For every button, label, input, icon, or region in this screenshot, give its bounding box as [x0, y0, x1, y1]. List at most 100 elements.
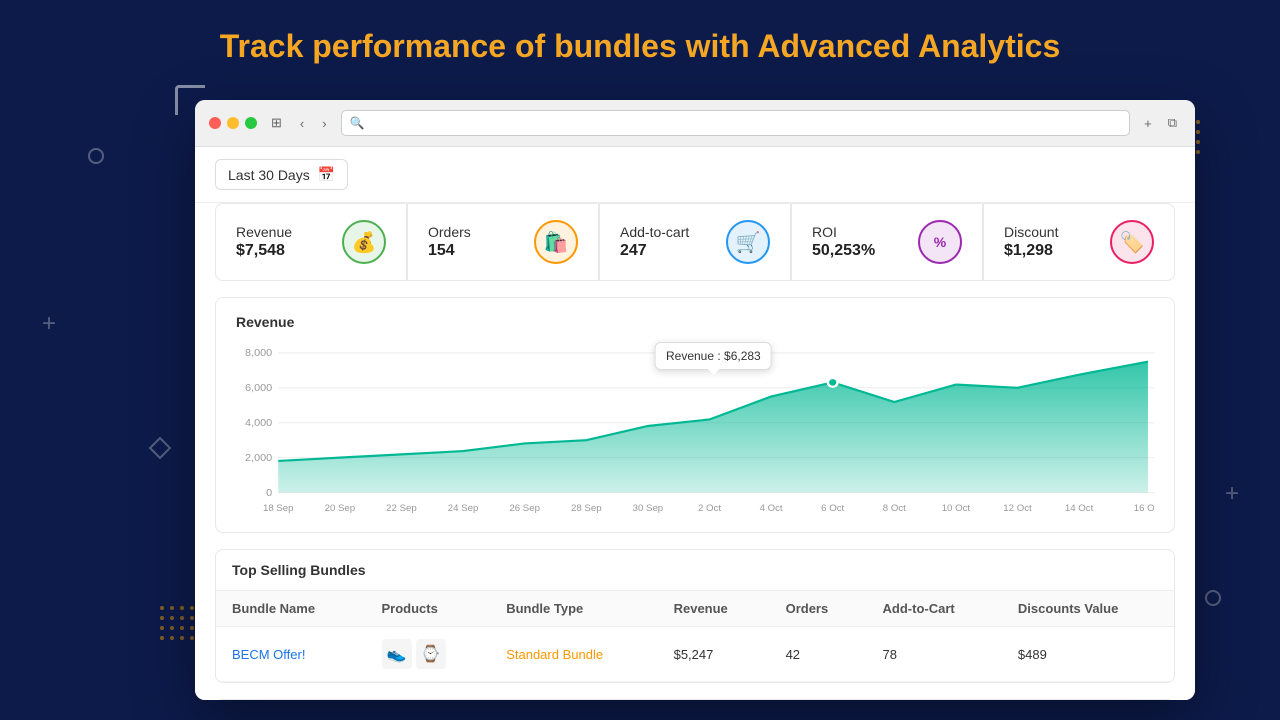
- revenue-chart: 8,000 6,000 4,000 2,000 0: [236, 342, 1154, 522]
- top-bundles-title: Top Selling Bundles: [216, 550, 1174, 591]
- col-revenue: Revenue: [658, 591, 770, 627]
- stat-label-revenue: Revenue: [236, 224, 292, 240]
- chart-tooltip-dot: [828, 378, 838, 387]
- back-btn[interactable]: ‹: [296, 114, 308, 133]
- traffic-light-red[interactable]: [209, 117, 221, 129]
- stat-info-orders: Orders 154: [428, 224, 471, 260]
- deco-plus-2: +: [1225, 480, 1239, 508]
- top-bundles-section: Top Selling Bundles Bundle Name Products…: [215, 549, 1175, 683]
- stat-card-orders: Orders 154 🛍️: [407, 203, 599, 281]
- stat-label-addtocart: Add-to-cart: [620, 224, 689, 240]
- svg-text:16 Oct: 16 Oct: [1134, 504, 1154, 513]
- browser-window: ⊞ ‹ › 🔍 + ⧉ Last 30 Days 📅 Revenue $7,54…: [195, 100, 1195, 700]
- col-add-to-cart: Add-to-Cart: [867, 591, 1002, 627]
- products-cell: 👟 ⌚: [366, 627, 491, 682]
- col-discounts-value: Discounts Value: [1002, 591, 1174, 627]
- browser-content: Last 30 Days 📅 Revenue $7,548 💰 Orders 1…: [195, 147, 1195, 700]
- stat-value-revenue: $7,548: [236, 242, 292, 260]
- svg-text:4 Oct: 4 Oct: [760, 504, 784, 513]
- orders-cell: 42: [770, 627, 867, 682]
- svg-text:24 Sep: 24 Sep: [448, 504, 479, 513]
- stats-row: Revenue $7,548 💰 Orders 154 🛍️ Add-to-ca…: [195, 203, 1195, 297]
- date-range-label: Last 30 Days: [228, 167, 310, 183]
- forward-btn[interactable]: ›: [318, 114, 330, 133]
- stat-icon-addtocart: 🛒: [726, 220, 770, 264]
- date-picker[interactable]: Last 30 Days 📅: [215, 159, 348, 190]
- svg-text:8 Oct: 8 Oct: [883, 504, 907, 513]
- bundle-name-link[interactable]: BECM Offer!: [232, 647, 305, 662]
- orders-section: Orders Order Date Total Discount #1247: [215, 699, 1175, 700]
- calendar-icon: 📅: [318, 166, 335, 183]
- svg-text:22 Sep: 22 Sep: [386, 504, 417, 513]
- deco-circle-2: [1205, 590, 1221, 606]
- svg-text:12 Oct: 12 Oct: [1003, 504, 1032, 513]
- stat-icon-orders: 🛍️: [534, 220, 578, 264]
- svg-text:30 Sep: 30 Sep: [633, 504, 664, 513]
- svg-text:26 Sep: 26 Sep: [509, 504, 540, 513]
- svg-text:8,000: 8,000: [245, 349, 272, 359]
- stat-info-addtocart: Add-to-cart 247: [620, 224, 689, 260]
- col-orders: Orders: [770, 591, 867, 627]
- stat-card-revenue: Revenue $7,548 💰: [215, 203, 407, 281]
- deco-plus-1: +: [42, 310, 56, 338]
- stat-value-discount: $1,298: [1004, 242, 1058, 260]
- svg-text:6 Oct: 6 Oct: [821, 504, 845, 513]
- stat-label-discount: Discount: [1004, 224, 1058, 240]
- chart-area: [278, 362, 1148, 493]
- product-icons: 👟 ⌚: [382, 639, 475, 669]
- stat-icon-revenue: 💰: [342, 220, 386, 264]
- chart-container: Revenue : $6,283 8,000 6,000 4,000 2,000…: [236, 342, 1154, 522]
- stat-value-roi: 50,253%: [812, 242, 875, 260]
- table-row: BECM Offer! 👟 ⌚ Standard Bundle $5,247: [216, 627, 1174, 682]
- search-icon: 🔍: [350, 116, 365, 130]
- svg-text:2 Oct: 2 Oct: [698, 504, 722, 513]
- stat-icon-roi: %: [918, 220, 962, 264]
- window-layout-btn[interactable]: ⊞: [267, 113, 286, 133]
- page-title: Track performance of bundles with Advanc…: [0, 28, 1280, 65]
- stat-card-addtocart: Add-to-cart 247 🛒: [599, 203, 791, 281]
- traffic-light-yellow[interactable]: [227, 117, 239, 129]
- stat-card-roi: ROI 50,253% %: [791, 203, 983, 281]
- top-bundles-table: Bundle Name Products Bundle Type Revenue…: [216, 591, 1174, 682]
- browser-chrome: ⊞ ‹ › 🔍 + ⧉: [195, 100, 1195, 147]
- bundle-type-cell: Standard Bundle: [490, 627, 657, 682]
- traffic-light-green[interactable]: [245, 117, 257, 129]
- stat-info-revenue: Revenue $7,548: [236, 224, 292, 260]
- product-icon-watch: ⌚: [416, 639, 446, 669]
- svg-text:6,000: 6,000: [245, 384, 272, 394]
- svg-text:18 Sep: 18 Sep: [263, 504, 294, 513]
- stat-info-discount: Discount $1,298: [1004, 224, 1058, 260]
- bundle-type-value: Standard Bundle: [506, 647, 603, 662]
- stat-label-roi: ROI: [812, 224, 875, 240]
- revenue-cell: $5,247: [658, 627, 770, 682]
- top-bundles-tbody: BECM Offer! 👟 ⌚ Standard Bundle $5,247: [216, 627, 1174, 682]
- addtocart-cell: 78: [867, 627, 1002, 682]
- stat-value-addtocart: 247: [620, 242, 689, 260]
- col-bundle-name: Bundle Name: [216, 591, 366, 627]
- chart-section: Revenue Revenue : $6,283 8,000 6,000 4,: [215, 297, 1175, 533]
- deco-circle-1: [88, 148, 104, 164]
- svg-text:14 Oct: 14 Oct: [1065, 504, 1094, 513]
- address-bar[interactable]: 🔍: [341, 110, 1131, 136]
- deco-diamond-1: [149, 437, 172, 460]
- stat-value-orders: 154: [428, 242, 471, 260]
- sidebar-btn[interactable]: ⧉: [1164, 113, 1181, 133]
- svg-text:20 Sep: 20 Sep: [325, 504, 356, 513]
- svg-text:4,000: 4,000: [245, 418, 272, 428]
- discounts-cell: $489: [1002, 627, 1174, 682]
- product-icon-sneaker: 👟: [382, 639, 412, 669]
- top-bundles-thead: Bundle Name Products Bundle Type Revenue…: [216, 591, 1174, 627]
- svg-text:0: 0: [266, 488, 272, 498]
- stat-info-roi: ROI 50,253%: [812, 224, 875, 260]
- col-products: Products: [366, 591, 491, 627]
- stat-label-orders: Orders: [428, 224, 471, 240]
- stat-icon-discount: 🏷️: [1110, 220, 1154, 264]
- browser-actions: + ⧉: [1140, 113, 1181, 133]
- new-tab-btn[interactable]: +: [1140, 113, 1156, 133]
- svg-text:2,000: 2,000: [245, 453, 272, 463]
- svg-text:28 Sep: 28 Sep: [571, 504, 602, 513]
- svg-text:10 Oct: 10 Oct: [942, 504, 971, 513]
- bundle-name-cell: BECM Offer!: [216, 627, 366, 682]
- traffic-lights: [209, 117, 257, 129]
- filter-bar: Last 30 Days 📅: [195, 147, 1195, 203]
